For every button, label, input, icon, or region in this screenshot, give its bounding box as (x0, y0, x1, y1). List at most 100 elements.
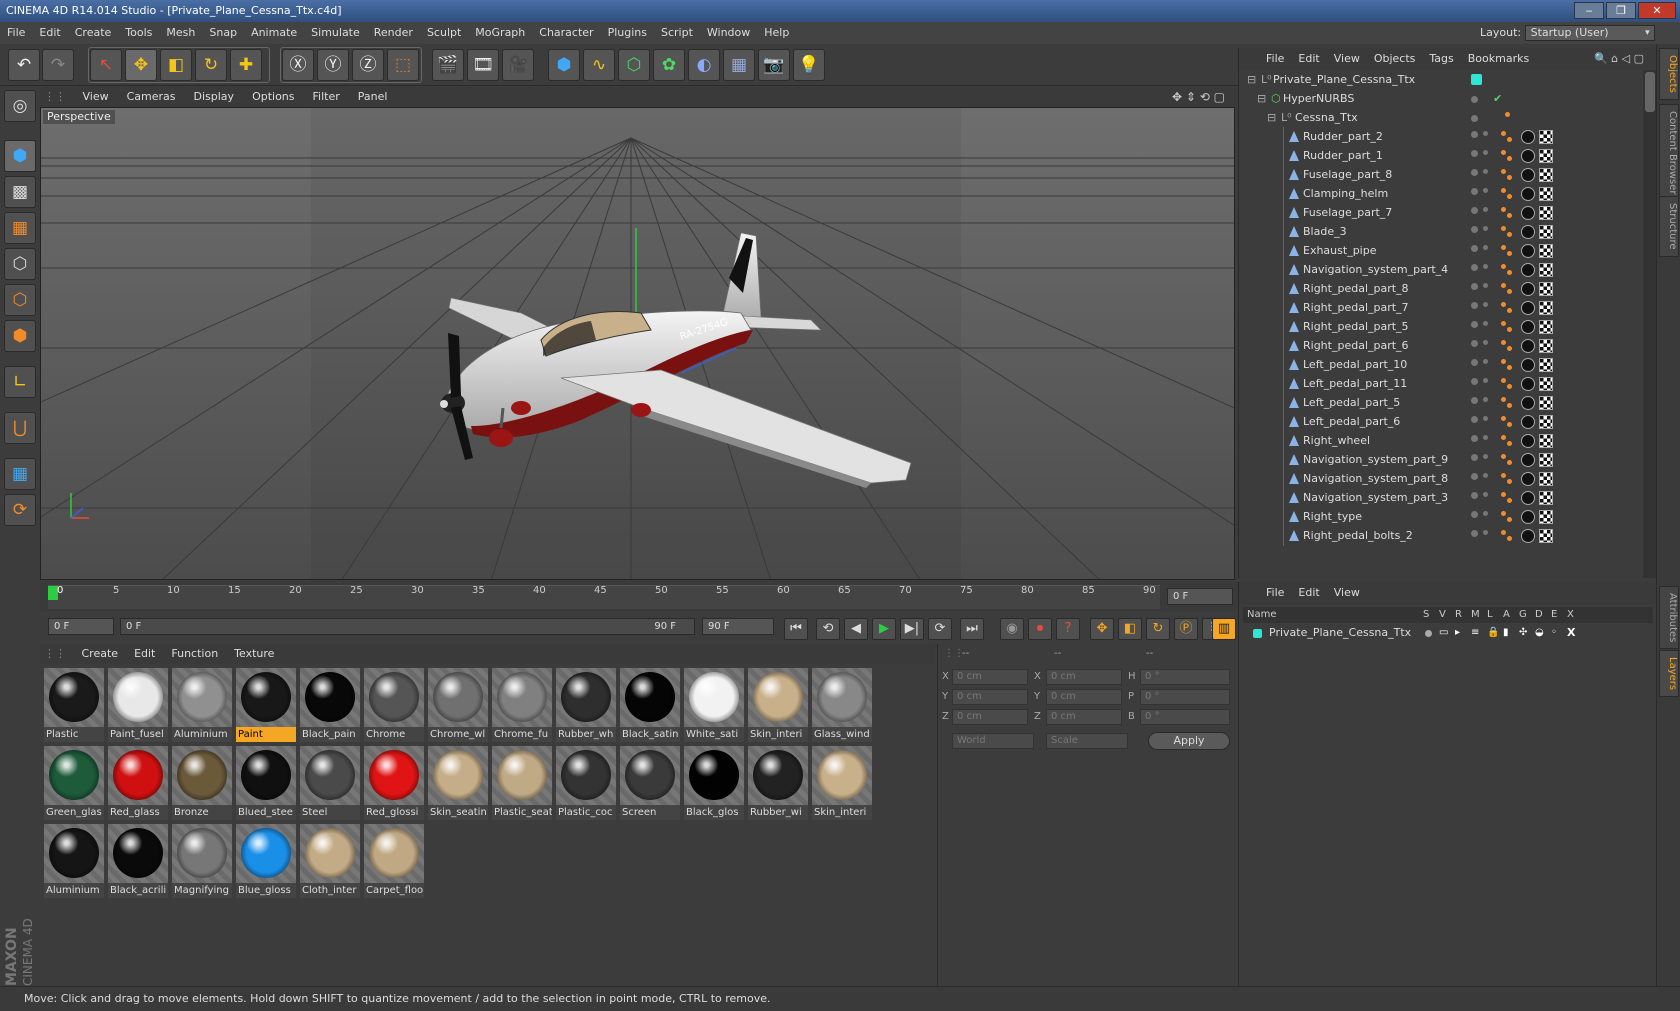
material-tag-icon[interactable] (1521, 130, 1535, 144)
material-tile[interactable]: Rubber_wh (556, 668, 616, 742)
key-scale-icon[interactable]: ◧ (1118, 618, 1142, 640)
material-tag-icon[interactable] (1521, 263, 1535, 277)
texture-tag-icon[interactable] (1539, 491, 1553, 505)
render-visibility-dot[interactable] (1483, 530, 1488, 535)
material-tile[interactable]: White_sati (684, 668, 744, 742)
editor-visibility-dot[interactable] (1471, 96, 1478, 103)
key-parameter-icon[interactable]: Ⓟ (1174, 618, 1198, 640)
locked-workplane-icon[interactable]: ⟳ (4, 494, 36, 526)
menu-create[interactable]: Create (68, 22, 119, 44)
material-tile[interactable]: Skin_interi (812, 746, 872, 820)
menu-script[interactable]: Script (654, 22, 700, 44)
tree-row[interactable]: Right_pedal_part_5 (1239, 317, 1639, 337)
render-visibility-dot[interactable] (1483, 283, 1488, 288)
prev-key-icon[interactable]: ⟲ (816, 618, 840, 640)
tree-row[interactable]: Fuselage_part_7 (1239, 203, 1639, 223)
material-tag-icon[interactable] (1521, 396, 1535, 410)
menu-help[interactable]: Help (757, 22, 796, 44)
material-tag-icon[interactable] (1521, 225, 1535, 239)
material-tile[interactable]: Cloth_inter (300, 824, 360, 898)
tree-row-root[interactable]: ⊟ L⁰ Private_Plane_Cessna_Ttx (1239, 70, 1639, 90)
material-tile[interactable]: Bronze (172, 746, 232, 820)
tree-row[interactable]: Left_pedal_part_6 (1239, 412, 1639, 432)
tree-row[interactable]: Navigation_system_part_8 (1239, 469, 1639, 489)
vp-menu-options[interactable]: Options (243, 87, 303, 107)
size-x-field[interactable]: 0 cm (1046, 669, 1122, 685)
obj-menu-edit[interactable]: Edit (1291, 48, 1326, 70)
material-tile[interactable]: Aluminium (172, 668, 232, 742)
material-tag-icon[interactable] (1521, 434, 1535, 448)
render-visibility-dot[interactable] (1483, 492, 1488, 497)
material-tile[interactable]: Chrome_fu (492, 668, 552, 742)
rotation-b-field[interactable]: 0 ° (1140, 709, 1230, 725)
position-y-field[interactable]: 0 cm (952, 689, 1028, 705)
menu-render[interactable]: Render (367, 22, 420, 44)
material-tile[interactable]: Green_glas (44, 746, 104, 820)
editor-visibility-dot[interactable] (1471, 511, 1478, 518)
layer-menu-view[interactable]: View (1327, 582, 1367, 604)
material-tile[interactable]: Carpet_floo (364, 824, 424, 898)
render-visibility-dot[interactable] (1483, 188, 1488, 193)
material-tag-icon[interactable] (1521, 339, 1535, 353)
end-frame-field[interactable]: 90 F (702, 618, 774, 635)
texture-tag-icon[interactable] (1539, 510, 1553, 524)
menu-window[interactable]: Window (700, 22, 757, 44)
texture-tag-icon[interactable] (1539, 396, 1553, 410)
range-slider[interactable]: 0 F 90 F (120, 618, 695, 635)
texture-tag-icon[interactable] (1539, 377, 1553, 391)
layer-menu-edit[interactable]: Edit (1291, 582, 1326, 604)
editor-visibility-dot[interactable] (1471, 340, 1478, 347)
material-tile[interactable]: Chrome (364, 668, 424, 742)
nurbs-icon[interactable]: ⬡ (618, 49, 650, 81)
texture-tag-icon[interactable] (1539, 453, 1553, 467)
material-tag-icon[interactable] (1521, 529, 1535, 543)
material-tile[interactable]: Paint (236, 668, 296, 742)
layout-dropdown[interactable]: Startup (User) (1524, 25, 1655, 41)
render-view-icon[interactable]: 🎬 (432, 49, 464, 81)
material-tag-icon[interactable] (1521, 358, 1535, 372)
material-tile[interactable]: Black_satin (620, 668, 680, 742)
render-visibility-dot[interactable] (1483, 511, 1488, 516)
menu-mesh[interactable]: Mesh (159, 22, 202, 44)
render-visibility-dot[interactable] (1483, 473, 1488, 478)
model-mode-icon[interactable]: ⬢ (4, 140, 36, 172)
layer-row[interactable]: Private_Plane_Cessna_Ttx ▭ ▸ ≡ 🔒 ▮ ✣ ◒ ◦… (1243, 624, 1653, 642)
editor-visibility-dot[interactable] (1471, 169, 1478, 176)
tree-row[interactable]: Rudder_part_1 (1239, 146, 1639, 166)
mat-menu-function[interactable]: Function (163, 644, 226, 664)
menu-simulate[interactable]: Simulate (304, 22, 367, 44)
render-visibility-dot[interactable] (1483, 416, 1488, 421)
texture-tag-icon[interactable] (1539, 339, 1553, 353)
tree-row-cessna[interactable]: ⊟ L⁰ Cessna_Ttx (1239, 108, 1639, 128)
tree-row[interactable]: Right_pedal_part_8 (1239, 279, 1639, 299)
tree-row[interactable]: Left_pedal_part_5 (1239, 393, 1639, 413)
layer-render-icon[interactable]: ▸ (1455, 624, 1460, 642)
editor-visibility-dot[interactable] (1471, 321, 1478, 328)
material-tile[interactable]: Plastic_seat (492, 746, 552, 820)
material-tile[interactable]: Glass_wind (812, 668, 872, 742)
editor-visibility-dot[interactable] (1471, 131, 1478, 138)
texture-tag-icon[interactable] (1539, 301, 1553, 315)
material-tile[interactable]: Skin_seatin (428, 746, 488, 820)
render-visibility-dot[interactable] (1483, 169, 1488, 174)
render-visibility-dot[interactable] (1483, 397, 1488, 402)
menu-snap[interactable]: Snap (202, 22, 244, 44)
editor-visibility-dot[interactable] (1471, 416, 1478, 423)
x-axis-icon[interactable]: Ⓧ (282, 49, 314, 81)
editor-visibility-dot[interactable] (1471, 454, 1478, 461)
layer-visible-icon[interactable]: ▭ (1439, 624, 1448, 642)
autokey-icon[interactable]: ⏺ (1028, 618, 1052, 640)
render-visibility-dot[interactable] (1483, 302, 1488, 307)
editor-visibility-dot[interactable] (1471, 302, 1478, 309)
tab-structure[interactable]: Structure (1659, 196, 1679, 257)
coordinate-system-icon[interactable]: ⬚ (387, 49, 419, 81)
material-tile[interactable]: Magnifying (172, 824, 232, 898)
menu-sculpt[interactable]: Sculpt (420, 22, 468, 44)
layer-manager-icon[interactable]: ≡ (1471, 624, 1479, 642)
texture-mode-icon[interactable]: ▩ (4, 176, 36, 208)
polygons-mode-icon[interactable]: ⬢ (4, 320, 36, 352)
layer-name[interactable]: Private_Plane_Cessna_Ttx (1269, 624, 1411, 642)
texture-tag-icon[interactable] (1539, 149, 1553, 163)
texture-tag-icon[interactable] (1539, 415, 1553, 429)
tree-row-hypernurbs[interactable]: ⊟ ⬡ HyperNURBS ✔ (1239, 89, 1639, 109)
